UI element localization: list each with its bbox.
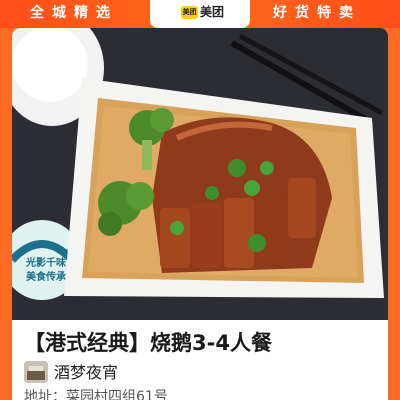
dish-photo[interactable]: 光影千味 美食传承 美团 <box>12 28 388 320</box>
roast-goose-image: 光影千味 美食传承 美团 <box>12 28 388 320</box>
shop-address: 地址：菜园村四组61号 <box>24 389 168 400</box>
shop-avatar <box>24 361 48 383</box>
meituan-logo-icon: 美团 <box>181 6 198 19</box>
left-slogan: 全城精选 <box>30 5 118 21</box>
badge-line1: 光影千味 <box>25 256 66 269</box>
right-slogan: 好货特卖 <box>273 5 361 21</box>
shop-name: 酒梦夜宵 <box>54 363 119 382</box>
deal-card[interactable]: 光影千味 美食传承 美团 <box>12 28 388 400</box>
deal-title[interactable]: 【港式经典】烧鹅3-4人餐 <box>24 328 272 358</box>
brand-name: 美团 <box>200 5 225 19</box>
badge-line2: 美食传承 <box>26 270 66 283</box>
